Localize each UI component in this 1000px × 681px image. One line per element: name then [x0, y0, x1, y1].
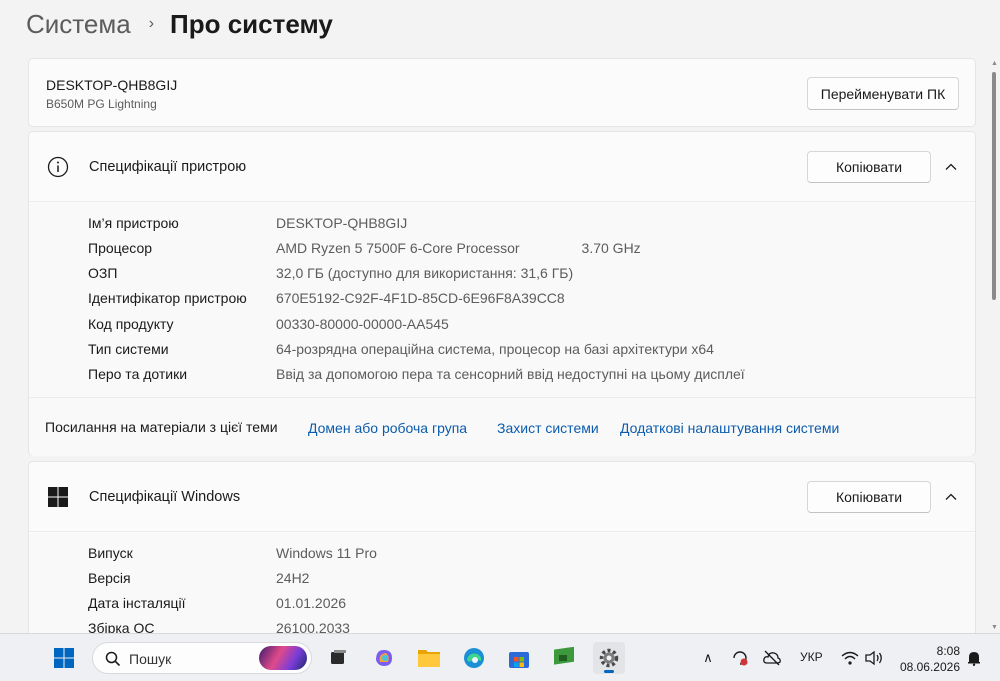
chevron-up-icon[interactable]: [943, 159, 959, 175]
spec-row-system-type: Тип системи 64-розрядна операційна систе…: [88, 338, 714, 360]
taskbar-clock[interactable]: 8:08 08.06.2026: [896, 643, 960, 675]
clock-time: 8:08: [936, 644, 960, 658]
device-name: DESKTOP-QHB8GIJ: [46, 77, 178, 93]
related-links-bar: Посилання на матеріали з цієї теми Домен…: [29, 397, 975, 456]
device-specs-list: Ім’я пристрою DESKTOP-QHB8GIJ Процесор A…: [29, 203, 975, 397]
spec-label: Тип системи: [88, 341, 169, 357]
notification-bell-icon[interactable]: [964, 648, 984, 668]
spec-row-ram: ОЗП 32,0 ГБ (доступно для використання: …: [88, 262, 573, 284]
copilot-button[interactable]: [368, 642, 400, 674]
chevron-up-icon[interactable]: [943, 489, 959, 505]
windows-specs-card: Специфікації Windows Копіювати Випуск Wi…: [28, 461, 976, 662]
windows-logo-icon: [48, 487, 68, 507]
windows-start-icon: [54, 648, 74, 668]
chevron-right-icon: ›: [148, 15, 155, 32]
spec-label: ОЗП: [88, 265, 118, 281]
copilot-icon: [376, 650, 392, 666]
task-view-button[interactable]: [322, 642, 354, 674]
spec-row-device-name: Ім’я пристрою DESKTOP-QHB8GIJ: [88, 212, 407, 234]
spec-label: Перо та дотики: [88, 366, 188, 382]
info-icon: [47, 156, 69, 178]
link-advanced-system-settings[interactable]: Додаткові налаштування системи: [620, 420, 839, 436]
link-system-protection[interactable]: Захист системи: [497, 420, 599, 436]
chevron-up-icon[interactable]: ∧: [698, 648, 718, 668]
active-indicator: [604, 670, 614, 673]
spec-value: DESKTOP-QHB8GIJ: [276, 215, 408, 231]
spec-label: Процесор: [88, 240, 153, 256]
copy-device-specs-button[interactable]: Копіювати: [807, 151, 931, 183]
scroll-thumb[interactable]: [992, 72, 996, 300]
device-model: B650M PG Lightning: [46, 97, 157, 111]
search-placeholder: Пошук: [129, 651, 172, 667]
input-language-indicator[interactable]: УКР: [800, 650, 823, 664]
taskbar: Пошук ∧ УКР 8:08 08.06.2026: [0, 633, 1000, 681]
folder-icon: [418, 650, 440, 667]
clock-date: 08.06.2026: [899, 660, 960, 674]
spec-label: Дата інсталяції: [88, 595, 186, 611]
spec-value: 64-розрядна операційна система, процесор…: [276, 341, 714, 357]
hardware-app-button[interactable]: [548, 642, 580, 674]
spec-value: 01.01.2026: [276, 595, 347, 611]
spec-label: Ім’я пристрою: [88, 215, 179, 231]
device-name-card: DESKTOP-QHB8GIJ B650M PG Lightning Перей…: [28, 58, 976, 127]
cloud-offline-icon[interactable]: [762, 648, 782, 668]
graphics-card-icon: [554, 647, 574, 665]
spec-label: Ідентифікатор пристрою: [88, 290, 247, 306]
spec-row-install-date: Дата інсталяції 01.01.2026: [88, 592, 346, 614]
spec-row-edition: Випуск Windows 11 Pro: [88, 542, 377, 564]
spec-row-version: Версія 24H2: [88, 567, 309, 589]
spec-value: 32,0 ГБ (доступно для використання: 31,6…: [276, 265, 574, 281]
spec-value: AMD Ryzen 5 7500F 6-Core Processor: [276, 240, 520, 256]
edge-icon: [464, 648, 484, 668]
spec-value-frequency: 3.70 GHz: [581, 240, 641, 256]
related-links-label: Посилання на матеріали з цієї теми: [45, 419, 278, 435]
spec-row-processor: Процесор AMD Ryzen 5 7500F 6-Core Proces…: [88, 237, 641, 259]
start-button[interactable]: [48, 642, 80, 674]
spec-label: Версія: [88, 570, 131, 586]
rename-pc-button[interactable]: Перейменувати ПК: [807, 77, 959, 110]
gear-icon: [599, 648, 619, 668]
spec-row-product-id: Код продукту 00330-80000-00000-AA545: [88, 313, 449, 335]
spec-value: Ввід за допомогою пера та сенсорний ввід…: [276, 366, 745, 382]
breadcrumb: Система › Про систему: [26, 6, 333, 42]
taskbar-search[interactable]: Пошук: [92, 642, 312, 674]
spec-label: Код продукту: [88, 316, 174, 332]
volume-icon[interactable]: [864, 648, 884, 668]
sync-alert-icon[interactable]: [730, 648, 750, 668]
breadcrumb-parent-system[interactable]: Система: [26, 9, 131, 40]
spec-value: 00330-80000-00000-AA545: [276, 316, 449, 332]
spec-label: Випуск: [88, 545, 133, 561]
search-highlight-image[interactable]: [259, 646, 307, 670]
file-explorer-button[interactable]: [413, 642, 445, 674]
scroll-down-arrow-icon[interactable]: ▼: [991, 624, 998, 631]
spec-value: Windows 11 Pro: [276, 545, 377, 561]
spec-value: 24H2: [276, 570, 310, 586]
copy-windows-specs-button[interactable]: Копіювати: [807, 481, 931, 513]
device-specs-header[interactable]: Специфікації пристрою Копіювати: [29, 132, 975, 202]
store-icon: [509, 652, 529, 668]
edge-browser-button[interactable]: [458, 642, 490, 674]
vertical-scrollbar[interactable]: ▲ ▼: [990, 58, 998, 633]
spec-row-pen-touch: Перо та дотики Ввід за допомогою пера та…: [88, 363, 745, 385]
spec-value: 670E5192-C92F-4F1D-85CD-6E96F8A39CC8: [276, 290, 565, 306]
device-specs-card: Специфікації пристрою Копіювати Ім’я при…: [28, 131, 976, 456]
page-title: Про систему: [170, 8, 333, 39]
link-domain-workgroup[interactable]: Домен або робоча група: [308, 420, 467, 436]
wifi-icon[interactable]: [840, 648, 860, 668]
settings-app-button[interactable]: [593, 642, 625, 674]
task-view-icon: [331, 650, 346, 664]
windows-specs-header[interactable]: Специфікації Windows Копіювати: [29, 462, 975, 532]
search-icon: [105, 651, 121, 667]
microsoft-store-button[interactable]: [503, 642, 535, 674]
scroll-up-arrow-icon[interactable]: ▲: [991, 60, 998, 67]
device-specs-title: Специфікації пристрою: [89, 159, 247, 175]
windows-specs-title: Специфікації Windows: [89, 489, 241, 505]
spec-row-device-id: Ідентифікатор пристрою 670E5192-C92F-4F1…: [88, 287, 565, 309]
